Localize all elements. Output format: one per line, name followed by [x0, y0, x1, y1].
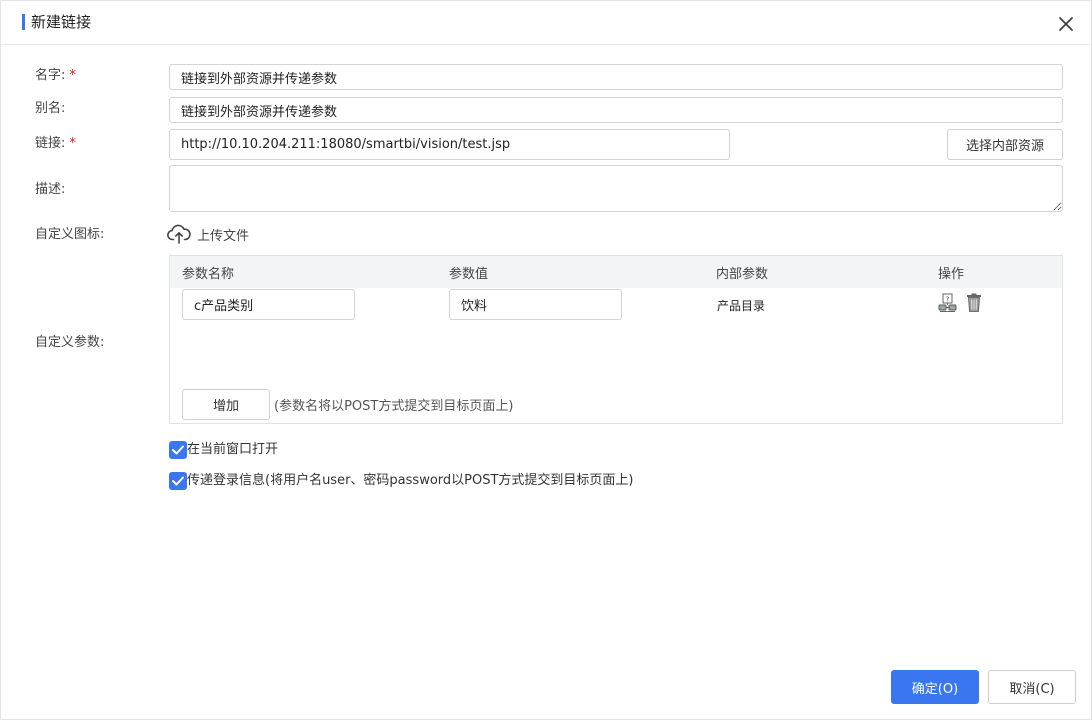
dialog-title: 新建链接 [31, 13, 92, 31]
param-table: 参数名称 参数值 内部参数 操作 产品目录 ? [169, 255, 1063, 424]
param-hint-text: (参数名将以POST方式提交到目标页面上) [274, 399, 514, 414]
link-label: 链接: * [35, 136, 76, 151]
dialog-header: 新建链接 [1, 1, 1091, 45]
column-header-actions: 操作 [938, 267, 965, 282]
required-mark: * [69, 68, 76, 83]
link-param-icon[interactable]: ? [938, 293, 958, 317]
upload-file-label: 上传文件 [197, 229, 250, 244]
param-value-input[interactable] [449, 289, 622, 320]
checkmark-icon [172, 445, 184, 455]
select-internal-resource-button[interactable]: 选择内部资源 [947, 129, 1063, 160]
param-name-input[interactable] [182, 289, 355, 320]
name-label: 名字: * [35, 68, 76, 83]
cancel-button[interactable]: 取消(C) [988, 670, 1076, 704]
name-input[interactable] [169, 64, 1063, 90]
column-header-param-value: 参数值 [449, 267, 489, 282]
description-textarea[interactable] [169, 165, 1063, 212]
param-table-header: 参数名称 参数值 内部参数 操作 [170, 256, 1062, 288]
checkmark-icon [172, 476, 184, 486]
alias-input[interactable] [169, 97, 1063, 123]
add-param-button[interactable]: 增加 [182, 389, 270, 420]
link-input[interactable] [169, 129, 730, 160]
svg-text:?: ? [946, 296, 950, 304]
alias-label: 别名: [35, 101, 66, 116]
trash-icon[interactable] [966, 293, 982, 317]
open-current-window-label: 在当前窗口打开 [187, 442, 279, 457]
cloud-upload-icon [167, 224, 191, 244]
custom-params-label: 自定义参数: [35, 335, 105, 350]
title-accent-bar [22, 14, 25, 30]
close-icon[interactable] [1057, 15, 1075, 33]
column-header-param-name: 参数名称 [182, 267, 235, 282]
custom-icon-label: 自定义图标: [35, 227, 105, 242]
description-label: 描述: [35, 182, 66, 197]
new-link-dialog: 新建链接 名字:* 别名: 链接:* 选择内部资源 描述: 自定义图标: 上传文… [0, 0, 1092, 720]
internal-param-value: 产品目录 [717, 299, 766, 313]
open-current-window-checkbox[interactable] [169, 441, 187, 459]
required-mark: * [69, 136, 76, 151]
pass-login-info-label: 传递登录信息(将用户名user、密码password以POST方式提交到目标页面… [187, 473, 634, 488]
confirm-button[interactable]: 确定(O) [891, 670, 979, 704]
pass-login-info-checkbox[interactable] [169, 472, 187, 490]
column-header-internal-param: 内部参数 [716, 267, 769, 282]
